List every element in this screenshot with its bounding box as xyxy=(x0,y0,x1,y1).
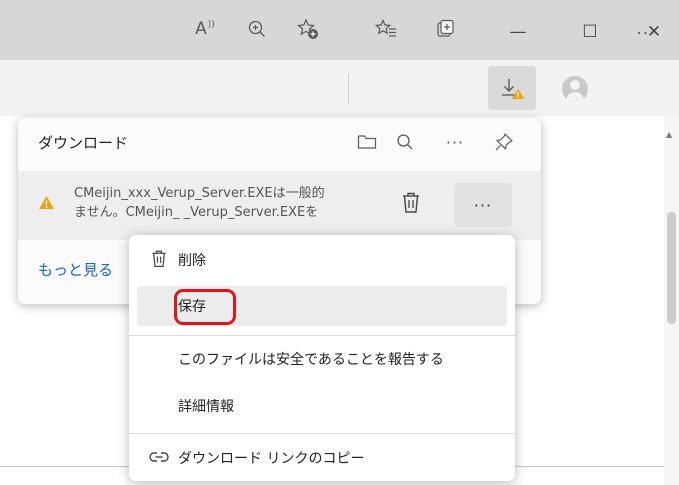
panel-more-icon[interactable]: ··· xyxy=(442,130,468,154)
download-context-menu: 削除 保存 このファイルは安全であることを報告する 詳細情報 ダウンロード リン… xyxy=(129,235,515,481)
scrollbar-thumb[interactable] xyxy=(667,212,676,324)
folder-icon[interactable] xyxy=(356,130,378,154)
download-warning-text: CMeijin_xxx_Verup_Server.EXEは一般的 ません。CMe… xyxy=(74,186,325,220)
zoom-icon[interactable] xyxy=(244,16,270,42)
menu-separator xyxy=(129,335,515,336)
menu-item-copy-link[interactable]: ダウンロード リンクのコピー xyxy=(137,438,507,478)
collections-icon[interactable] xyxy=(432,16,460,42)
pin-icon[interactable] xyxy=(492,130,516,154)
profile-avatar[interactable] xyxy=(562,76,588,102)
more-icon[interactable]: ... xyxy=(626,16,666,42)
download-item[interactable]: CMeijin_xxx_Verup_Server.EXEは一般的 ません。CMe… xyxy=(18,171,541,240)
minimize-button[interactable]: — xyxy=(498,14,538,50)
add-favorite-icon[interactable] xyxy=(294,16,322,42)
menu-item-delete[interactable]: 削除 xyxy=(137,240,507,280)
highlight-annotation xyxy=(174,289,236,325)
downloads-button[interactable] xyxy=(488,66,536,110)
maximize-button[interactable]: ☐ xyxy=(570,14,610,50)
scroll-up-icon[interactable]: ▲ xyxy=(666,130,672,139)
read-aloud-icon[interactable]: A)) xyxy=(192,16,218,42)
favorites-icon[interactable] xyxy=(372,16,400,42)
see-more-link[interactable]: もっと見る xyxy=(38,259,113,280)
downloads-panel-title: ダウンロード xyxy=(38,134,129,152)
toolbar-divider xyxy=(348,74,349,104)
menu-separator xyxy=(129,433,515,434)
link-icon xyxy=(149,447,169,467)
warning-icon xyxy=(39,196,54,209)
title-bar: — ☐ ✕ xyxy=(0,0,679,60)
download-more-button[interactable]: ··· xyxy=(454,183,512,227)
menu-item-report-safe[interactable]: このファイルは安全であることを報告する xyxy=(137,339,507,379)
search-icon[interactable] xyxy=(394,130,416,154)
menu-item-details[interactable]: 詳細情報 xyxy=(137,386,507,426)
delete-download-button[interactable] xyxy=(400,191,422,215)
downloads-icon xyxy=(502,79,525,99)
trash-icon xyxy=(403,192,419,213)
trash-icon xyxy=(149,249,169,269)
